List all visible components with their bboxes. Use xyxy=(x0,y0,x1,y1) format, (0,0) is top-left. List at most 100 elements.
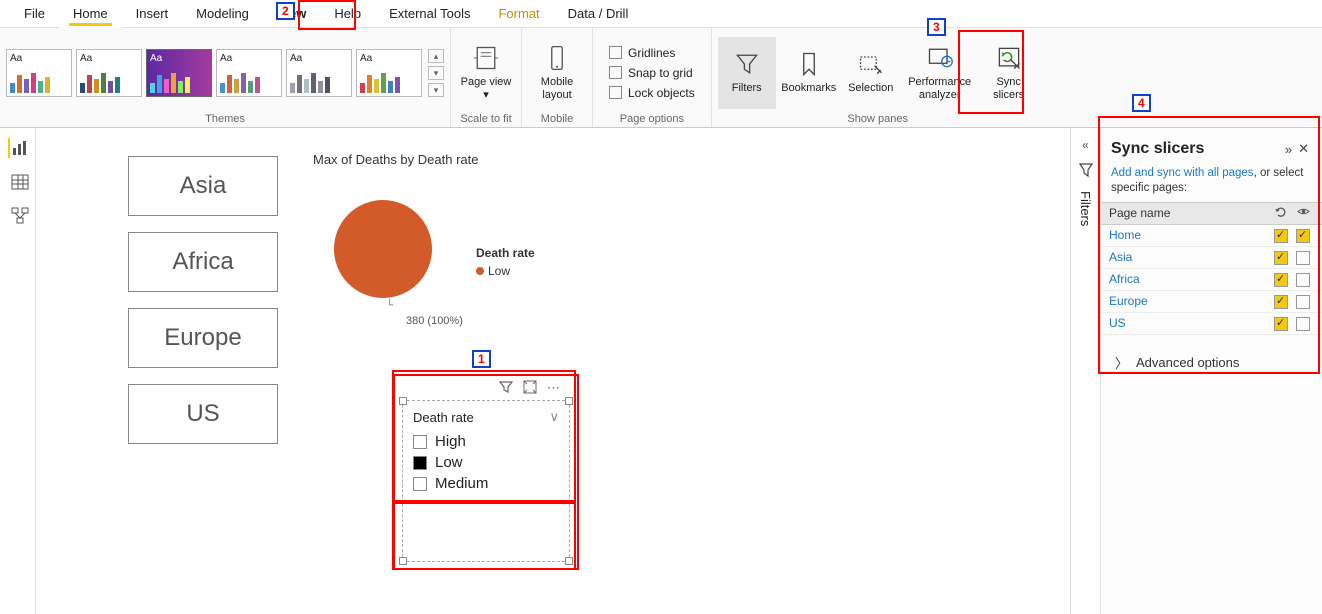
tab-data-drill[interactable]: Data / Drill xyxy=(554,0,643,28)
group-label-page-options: Page options xyxy=(620,113,684,127)
close-icon[interactable]: ✕ xyxy=(1295,141,1312,157)
legend-item: Low xyxy=(476,264,510,278)
theme-thumb[interactable]: Aa xyxy=(356,49,422,97)
lock-objects-checkbox[interactable]: Lock objects xyxy=(609,84,695,102)
perf-label: Performance analyzer xyxy=(906,76,974,101)
ribbon-group-mobile: Mobile layout Mobile xyxy=(522,28,593,127)
sync-table-header: Page name xyxy=(1101,203,1322,225)
theme-aa: Aa xyxy=(80,53,138,64)
more-options-icon[interactable]: ⋯ xyxy=(547,380,560,397)
advanced-options-toggle[interactable]: 〉 Advanced options xyxy=(1101,335,1322,382)
slicer-header[interactable]: Death rate ∨ xyxy=(413,409,559,425)
checkbox-icon xyxy=(413,477,427,491)
resize-handle[interactable] xyxy=(565,557,573,565)
sync-page-row: Asia xyxy=(1101,247,1322,269)
theme-thumb[interactable]: Aa xyxy=(76,49,142,97)
pie-chart[interactable] xyxy=(334,200,432,298)
mobile-icon xyxy=(543,44,571,72)
visible-checkbox[interactable] xyxy=(1296,295,1310,309)
lock-label: Lock objects xyxy=(628,86,695,100)
filters-pane-button[interactable]: Filters xyxy=(718,37,776,109)
snap-to-grid-checkbox[interactable]: Snap to grid xyxy=(609,64,693,82)
sync-checkbox[interactable] xyxy=(1274,229,1288,243)
bookmark-icon xyxy=(795,50,823,78)
sync-slicers-button[interactable]: Sync slicers xyxy=(980,37,1038,109)
tab-modeling[interactable]: Modeling xyxy=(182,0,263,28)
tab-help[interactable]: Help xyxy=(320,0,375,28)
sync-page-name[interactable]: Africa xyxy=(1109,272,1270,286)
tab-format[interactable]: Format xyxy=(484,0,553,28)
data-view-icon[interactable] xyxy=(8,172,28,192)
checkbox-icon xyxy=(413,456,427,470)
filter-icon[interactable] xyxy=(1078,162,1094,181)
tab-insert[interactable]: Insert xyxy=(122,0,183,28)
filters-pane-label[interactable]: Filters xyxy=(1078,191,1093,226)
themes-gallery[interactable]: Aa Aa Aa Aa Aa Aa xyxy=(6,49,422,97)
callout-number: 1 xyxy=(472,350,491,368)
region-card-asia[interactable]: Asia xyxy=(128,156,278,216)
report-view-icon[interactable] xyxy=(8,138,28,158)
checkbox-icon xyxy=(609,46,622,59)
tab-home[interactable]: Home xyxy=(59,0,122,28)
group-label-themes: Themes xyxy=(205,113,245,127)
tab-file[interactable]: File xyxy=(10,0,59,28)
sync-checkbox[interactable] xyxy=(1274,317,1288,331)
visible-checkbox[interactable] xyxy=(1296,317,1310,331)
model-view-icon[interactable] xyxy=(8,206,28,226)
resize-handle[interactable] xyxy=(399,397,407,405)
region-card-europe[interactable]: Europe xyxy=(128,308,278,368)
selection-pane-button[interactable]: Selection xyxy=(842,37,900,109)
add-sync-all-link[interactable]: Add and sync with all pages xyxy=(1111,167,1254,179)
report-canvas[interactable]: Asia Africa Europe US Max of Deaths by D… xyxy=(36,128,1070,614)
slicer-visual[interactable]: ⋯ Death rate ∨ High Low Medium xyxy=(396,372,576,572)
sync-page-name[interactable]: Asia xyxy=(1109,250,1270,264)
themes-scroll[interactable]: ▴▾▾ xyxy=(428,49,444,97)
sync-description: Add and sync with all pages, or select s… xyxy=(1101,166,1322,202)
gridlines-checkbox[interactable]: Gridlines xyxy=(609,44,675,62)
sync-checkbox[interactable] xyxy=(1274,251,1288,265)
tab-external-tools[interactable]: External Tools xyxy=(375,0,484,28)
mobile-layout-button[interactable]: Mobile layout xyxy=(528,37,586,109)
bookmarks-pane-button[interactable]: Bookmarks xyxy=(780,37,838,109)
sync-page-name[interactable]: Home xyxy=(1109,228,1270,242)
slicer-item-high[interactable]: High xyxy=(413,431,559,452)
theme-aa: Aa xyxy=(220,53,278,64)
sync-page-row: Europe xyxy=(1101,291,1322,313)
filter-icon[interactable] xyxy=(499,380,513,397)
resize-handle[interactable] xyxy=(565,397,573,405)
visible-checkbox[interactable] xyxy=(1296,273,1310,287)
chevron-right-icon: 〉 xyxy=(1115,353,1128,372)
region-card-africa[interactable]: Africa xyxy=(128,232,278,292)
sync-slicers-pane: Sync slicers » ✕ Add and sync with all p… xyxy=(1100,128,1322,614)
resize-handle[interactable] xyxy=(399,557,407,565)
theme-thumb[interactable]: Aa xyxy=(216,49,282,97)
visible-column-icon xyxy=(1292,205,1314,221)
slicer-item-low[interactable]: Low xyxy=(413,452,559,473)
sync-slicers-icon xyxy=(995,44,1023,72)
sync-checkbox[interactable] xyxy=(1274,295,1288,309)
theme-aa: Aa xyxy=(290,53,348,64)
theme-thumb[interactable]: Aa xyxy=(146,49,212,97)
focus-mode-icon[interactable] xyxy=(523,380,537,397)
expand-filters-icon[interactable]: « xyxy=(1082,138,1089,152)
theme-thumb[interactable]: Aa xyxy=(6,49,72,97)
sync-page-name[interactable]: US xyxy=(1109,316,1270,330)
chevron-down-icon[interactable]: ∨ xyxy=(549,409,559,425)
performance-icon xyxy=(926,44,954,72)
visible-checkbox[interactable] xyxy=(1296,251,1310,265)
visible-checkbox[interactable] xyxy=(1296,229,1310,243)
sync-page-name[interactable]: Europe xyxy=(1109,294,1270,308)
checkbox-icon xyxy=(609,86,622,99)
region-card-us[interactable]: US xyxy=(128,384,278,444)
view-switcher-rail xyxy=(0,128,36,614)
theme-aa: Aa xyxy=(360,53,418,64)
page-view-button[interactable]: Page view ▾ xyxy=(457,37,515,109)
selection-icon xyxy=(857,50,885,78)
sync-checkbox[interactable] xyxy=(1274,273,1288,287)
performance-analyzer-button[interactable]: Performance analyzer xyxy=(904,37,976,109)
expand-pane-icon[interactable]: » xyxy=(1282,142,1295,157)
slicer-item-medium[interactable]: Medium xyxy=(413,473,559,494)
gridlines-label: Gridlines xyxy=(628,46,675,60)
theme-thumb[interactable]: Aa xyxy=(286,49,352,97)
ribbon-group-scale: Page view ▾ Scale to fit xyxy=(451,28,522,127)
